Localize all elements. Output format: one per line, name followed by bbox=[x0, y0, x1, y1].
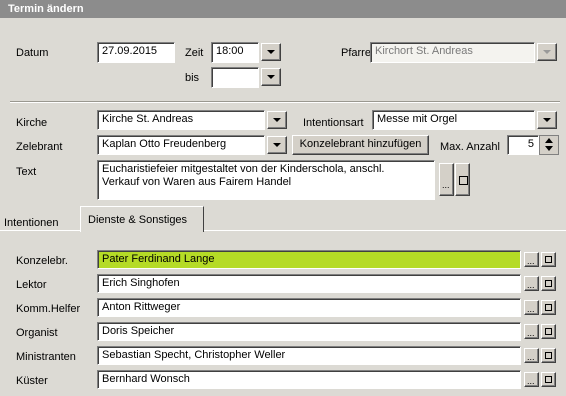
square-icon bbox=[545, 304, 552, 311]
square-icon bbox=[545, 328, 552, 335]
zelebrant-label: Zelebrant bbox=[16, 141, 63, 153]
service-field[interactable]: Erich Singhofen bbox=[97, 274, 521, 293]
kirche-field[interactable]: Kirche St. Andreas bbox=[97, 110, 265, 130]
zelebrant-dropdown-button[interactable] bbox=[267, 136, 287, 154]
square-icon bbox=[459, 176, 468, 185]
service-label: Organist bbox=[16, 327, 58, 339]
bis-dropdown-button[interactable] bbox=[261, 68, 281, 86]
service-ellipsis-button[interactable]: ... bbox=[524, 252, 539, 267]
kirche-dropdown-button[interactable] bbox=[267, 111, 287, 129]
square-icon bbox=[545, 352, 552, 359]
service-ellipsis-button[interactable]: ... bbox=[524, 372, 539, 387]
tab-intentionen[interactable]: Intentionen bbox=[4, 217, 58, 229]
text-label: Text bbox=[16, 166, 37, 178]
pfarrei-field[interactable]: Kirchort St. Andreas bbox=[370, 42, 535, 63]
ellipsis-icon: ... bbox=[442, 180, 450, 190]
ellipsis-icon: ... bbox=[527, 328, 535, 338]
bis-label: bis bbox=[185, 72, 200, 84]
kirche-label: Kirche bbox=[16, 117, 48, 129]
service-ellipsis-button[interactable]: ... bbox=[524, 324, 539, 339]
dialog-title: Termin ändern bbox=[8, 3, 84, 15]
square-icon bbox=[545, 376, 552, 383]
max-anzahl-label: Max. Anzahl bbox=[440, 141, 500, 153]
service-label: Ministranten bbox=[16, 351, 76, 363]
service-label: Lektor bbox=[16, 279, 47, 291]
dialog-titlebar: Termin ändern bbox=[0, 0, 566, 18]
separator-top bbox=[10, 101, 560, 103]
max-anzahl-spinner[interactable] bbox=[539, 135, 559, 155]
tab-dienste-label: Dienste & Sonstiges bbox=[88, 214, 188, 226]
spin-up-icon[interactable] bbox=[545, 138, 553, 143]
intentionsart-label: Intentionsart bbox=[303, 117, 364, 129]
service-ellipsis-button[interactable]: ... bbox=[524, 300, 539, 315]
text-line-2: Verkauf von Waren aus Fairem Handel bbox=[102, 176, 292, 188]
service-field[interactable]: Doris Speicher bbox=[97, 322, 521, 341]
service-label: Küster bbox=[16, 375, 48, 387]
service-label: Konzelebr. bbox=[16, 255, 68, 267]
pfarrei-label: Pfarrei bbox=[341, 47, 374, 59]
service-field[interactable]: Sebastian Specht, Christopher Weller bbox=[97, 346, 521, 365]
konzelebrant-add-button[interactable]: Konzelebrant hinzufügen bbox=[292, 135, 429, 155]
pfarrei-dropdown-button[interactable] bbox=[537, 43, 557, 61]
service-ellipsis-button[interactable]: ... bbox=[524, 276, 539, 291]
service-open-button[interactable] bbox=[541, 372, 556, 387]
ellipsis-icon: ... bbox=[527, 376, 535, 386]
square-icon bbox=[545, 280, 552, 287]
service-label: Komm.Helfer bbox=[16, 303, 81, 315]
ellipsis-icon: ... bbox=[527, 352, 535, 362]
bis-field[interactable] bbox=[211, 67, 259, 88]
ellipsis-icon: ... bbox=[527, 304, 535, 314]
ellipsis-icon: ... bbox=[527, 280, 535, 290]
datum-label: Datum bbox=[16, 47, 49, 59]
service-open-button[interactable] bbox=[541, 276, 556, 291]
tab-dienste-active[interactable]: Dienste & Sonstiges bbox=[80, 206, 204, 232]
service-open-button[interactable] bbox=[541, 324, 556, 339]
text-area[interactable]: Eucharistiefeier mitgestaltet von der Ki… bbox=[97, 160, 435, 200]
service-ellipsis-button[interactable]: ... bbox=[524, 348, 539, 363]
text-ellipsis-button[interactable]: ... bbox=[439, 163, 454, 196]
datum-field[interactable]: 27.09.2015 bbox=[97, 42, 175, 63]
max-anzahl-field[interactable]: 5 bbox=[507, 135, 539, 155]
zelebrant-field[interactable]: Kaplan Otto Freudenberg bbox=[97, 135, 265, 155]
service-open-button[interactable] bbox=[541, 300, 556, 315]
square-icon bbox=[545, 256, 552, 263]
zeit-field[interactable]: 18:00 bbox=[211, 42, 259, 63]
zeit-dropdown-button[interactable] bbox=[261, 43, 281, 61]
service-field[interactable]: Anton Rittweger bbox=[97, 298, 521, 317]
intentionsart-field[interactable]: Messe mit Orgel bbox=[372, 110, 535, 130]
spin-down-icon[interactable] bbox=[545, 146, 553, 151]
intentionsart-dropdown-button[interactable] bbox=[537, 111, 557, 129]
service-open-button[interactable] bbox=[541, 348, 556, 363]
service-field[interactable]: Bernhard Wonsch bbox=[97, 370, 521, 389]
text-line-1: Eucharistiefeier mitgestaltet von der Ki… bbox=[102, 163, 385, 175]
ellipsis-icon: ... bbox=[527, 256, 535, 266]
zeit-label: Zeit bbox=[185, 47, 204, 59]
service-field[interactable]: Pater Ferdinand Lange bbox=[97, 250, 521, 269]
text-open-button[interactable] bbox=[455, 163, 470, 196]
service-open-button[interactable] bbox=[541, 252, 556, 267]
